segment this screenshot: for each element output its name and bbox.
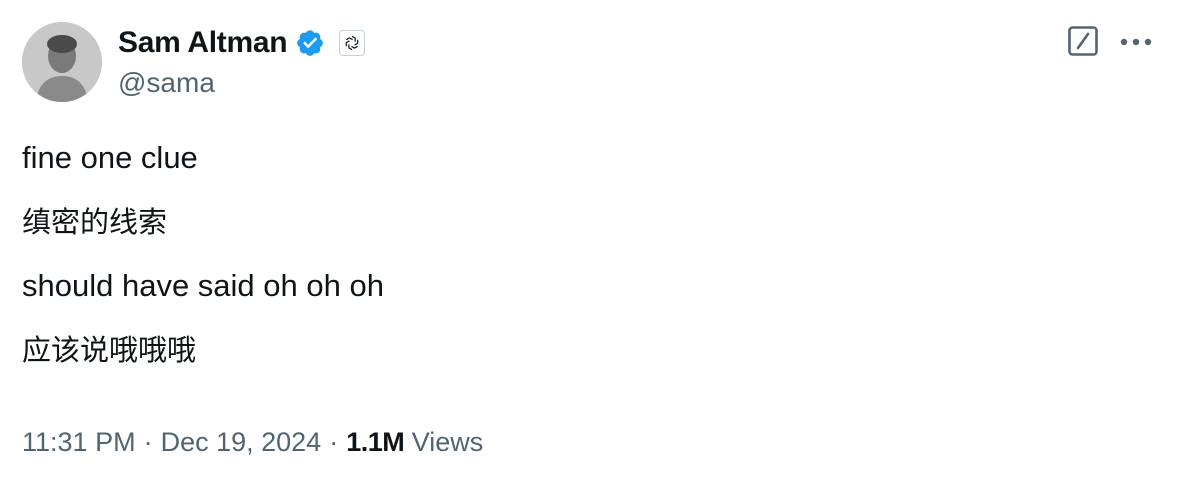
avatar-photo <box>22 22 102 102</box>
tweet-meta: 11:31 PM · Dec 19, 2024 · 1.1M Views <box>22 424 483 460</box>
tweet-time[interactable]: 11:31 PM <box>22 427 136 457</box>
tweet-line: should have said oh oh oh <box>22 268 384 303</box>
author-name-row: Sam Altman <box>118 24 366 62</box>
meta-separator: · <box>143 427 153 457</box>
more-horizontal-icon[interactable] <box>1116 28 1156 56</box>
tweet-line: fine one clue <box>22 140 198 175</box>
views-count[interactable]: 1.1M <box>346 427 405 457</box>
author-handle[interactable]: @sama <box>118 66 215 100</box>
tweet-text: fine one clue 缜密的线索 should have said oh … <box>22 138 384 394</box>
tweet-line: 缜密的线索 <box>22 205 168 239</box>
verified-badge-icon[interactable] <box>295 28 325 58</box>
openai-logo-icon[interactable] <box>339 30 366 56</box>
grok-icon[interactable] <box>1067 25 1099 57</box>
author-display-name[interactable]: Sam Altman <box>118 24 288 62</box>
meta-separator: · <box>329 427 339 457</box>
avatar[interactable] <box>22 22 102 102</box>
tweet-card: Sam Altman @sama fine one clue 缜密的线索 sho… <box>0 0 1182 484</box>
tweet-line: 应该说哦哦哦 <box>22 333 197 367</box>
views-label[interactable]: Views <box>412 427 484 457</box>
tweet-date[interactable]: Dec 19, 2024 <box>161 427 322 457</box>
